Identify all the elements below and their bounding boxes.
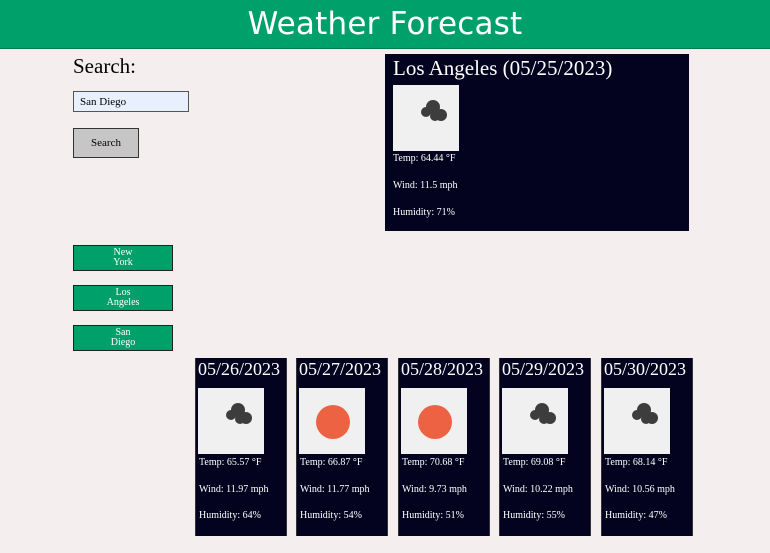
forecast-date: 05/28/2023 <box>401 359 484 379</box>
history-button-san-diego[interactable]: San Diego <box>73 325 173 351</box>
forecast-date: 05/27/2023 <box>299 359 382 379</box>
clouds-icon <box>604 388 670 454</box>
forecast-card: 05/28/2023 Temp: 70.68 °F Wind: 9.73 mph… <box>398 358 490 536</box>
forecast-date: 05/26/2023 <box>198 359 281 379</box>
current-weather-panel: Los Angeles (05/25/2023) Temp: 64.44 °F … <box>385 54 689 231</box>
forecast-temp: Temp: 66.87 °F <box>300 457 363 468</box>
forecast-wind: Wind: 10.22 mph <box>503 484 573 495</box>
sun-icon <box>401 388 467 454</box>
forecast-temp: Temp: 65.57 °F <box>199 457 262 468</box>
forecast-temp: Temp: 69.08 °F <box>503 457 566 468</box>
forecast-humidity: Humidity: 55% <box>503 510 565 521</box>
forecast-card: 05/29/2023 Temp: 69.08 °F Wind: 10.22 mp… <box>499 358 591 536</box>
search-label: Search: <box>73 54 136 78</box>
sun-icon <box>299 388 365 454</box>
current-wind: Wind: 11.5 mph <box>393 180 458 191</box>
forecast-date: 05/29/2023 <box>502 359 585 379</box>
forecast-humidity: Humidity: 47% <box>605 510 667 521</box>
forecast-wind: Wind: 10.56 mph <box>605 484 675 495</box>
clouds-icon <box>198 388 264 454</box>
current-temp: Temp: 64.44 °F <box>393 153 456 164</box>
forecast-card: 05/30/2023 Temp: 68.14 °F Wind: 10.56 mp… <box>601 358 693 536</box>
forecast-temp: Temp: 70.68 °F <box>402 457 465 468</box>
search-button[interactable]: Search <box>73 128 139 158</box>
history-button-new-york[interactable]: New York <box>73 245 173 271</box>
forecast-card: 05/26/2023 Temp: 65.57 °F Wind: 11.97 mp… <box>195 358 287 536</box>
forecast-wind: Wind: 11.77 mph <box>300 484 370 495</box>
app-header: Weather Forecast <box>0 0 770 49</box>
page-title: Weather Forecast <box>247 6 523 42</box>
forecast-date: 05/30/2023 <box>604 359 687 379</box>
forecast-humidity: Humidity: 51% <box>402 510 464 521</box>
current-humidity: Humidity: 71% <box>393 207 455 218</box>
forecast-wind: Wind: 11.97 mph <box>199 484 269 495</box>
forecast-temp: Temp: 68.14 °F <box>605 457 668 468</box>
clouds-icon <box>502 388 568 454</box>
clouds-icon <box>393 85 459 151</box>
history-button-los-angeles[interactable]: Los Angeles <box>73 285 173 311</box>
forecast-humidity: Humidity: 64% <box>199 510 261 521</box>
current-city-title: Los Angeles (05/25/2023) <box>393 56 613 80</box>
forecast-wind: Wind: 9.73 mph <box>402 484 467 495</box>
forecast-card: 05/27/2023 Temp: 66.87 °F Wind: 11.77 mp… <box>296 358 388 536</box>
search-input[interactable] <box>73 91 189 112</box>
forecast-humidity: Humidity: 54% <box>300 510 362 521</box>
